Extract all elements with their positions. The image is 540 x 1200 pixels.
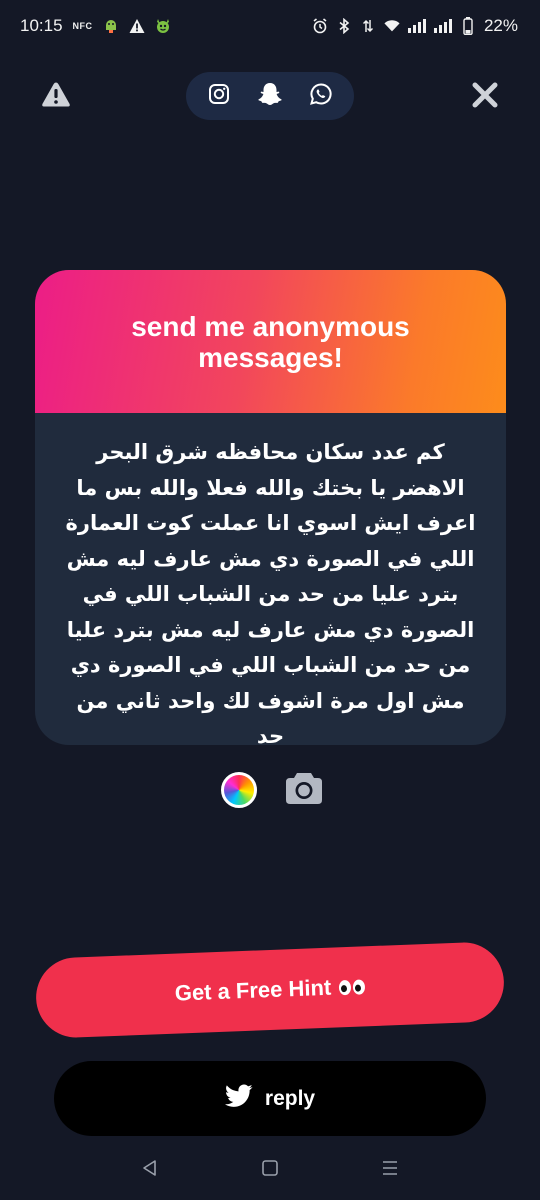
signal-icon bbox=[433, 19, 452, 33]
camera-button[interactable] bbox=[284, 770, 324, 810]
share-whatsapp-button[interactable] bbox=[304, 79, 338, 113]
snapchat-icon bbox=[256, 80, 284, 113]
nav-back-button[interactable] bbox=[130, 1150, 170, 1190]
reply-button[interactable]: reply bbox=[54, 1061, 486, 1136]
status-bar: 10:15 NFC 22% bbox=[0, 0, 540, 52]
share-instagram-button[interactable] bbox=[202, 79, 236, 113]
free-hint-button[interactable]: Get a Free Hint bbox=[34, 941, 506, 1039]
system-nav-bar bbox=[0, 1140, 540, 1200]
back-icon bbox=[140, 1158, 160, 1183]
share-snapchat-button[interactable] bbox=[253, 79, 287, 113]
battery-icon bbox=[460, 17, 476, 35]
status-left: 10:15 NFC bbox=[20, 16, 171, 36]
nav-recents-button[interactable] bbox=[370, 1150, 410, 1190]
warning-icon bbox=[41, 81, 71, 113]
battery-percent: 22% bbox=[483, 16, 518, 35]
recents-icon bbox=[380, 1158, 400, 1183]
nav-home-button[interactable] bbox=[250, 1150, 290, 1190]
warning-icon bbox=[129, 18, 145, 34]
share-pill bbox=[186, 72, 354, 120]
whatsapp-icon bbox=[309, 82, 333, 111]
signal-icon bbox=[407, 19, 426, 33]
home-icon bbox=[260, 1158, 280, 1183]
close-icon bbox=[472, 82, 498, 113]
twitter-icon bbox=[224, 1083, 253, 1114]
alarm-icon bbox=[312, 18, 328, 34]
instagram-icon bbox=[207, 82, 231, 111]
card-body: كم عدد سكان محافظه شرق البحر الاهضر يا ب… bbox=[35, 413, 506, 745]
status-right: 22% bbox=[312, 16, 518, 36]
eyes-icon bbox=[338, 978, 366, 995]
bluetooth-icon bbox=[336, 18, 352, 34]
report-button[interactable] bbox=[40, 82, 72, 112]
color-picker-button[interactable] bbox=[221, 772, 257, 808]
card-header: send me anonymous messages! bbox=[35, 270, 506, 413]
android-debug-icon bbox=[103, 18, 119, 34]
data-arrows-icon bbox=[360, 18, 376, 34]
message-card: send me anonymous messages! كم عدد سكان … bbox=[35, 270, 506, 745]
app-mascot-icon bbox=[155, 18, 171, 34]
message-text: كم عدد سكان محافظه شرق البحر الاهضر يا ب… bbox=[65, 440, 476, 745]
camera-icon bbox=[285, 771, 323, 810]
nfc-icon: NFC bbox=[72, 21, 93, 31]
reply-label: reply bbox=[264, 1086, 316, 1110]
wifi-icon bbox=[384, 18, 400, 34]
status-time: 10:15 bbox=[20, 16, 63, 35]
close-button[interactable] bbox=[468, 80, 502, 114]
hint-label: Get a Free Hint bbox=[174, 974, 332, 1006]
card-title: send me anonymous messages! bbox=[131, 310, 410, 373]
